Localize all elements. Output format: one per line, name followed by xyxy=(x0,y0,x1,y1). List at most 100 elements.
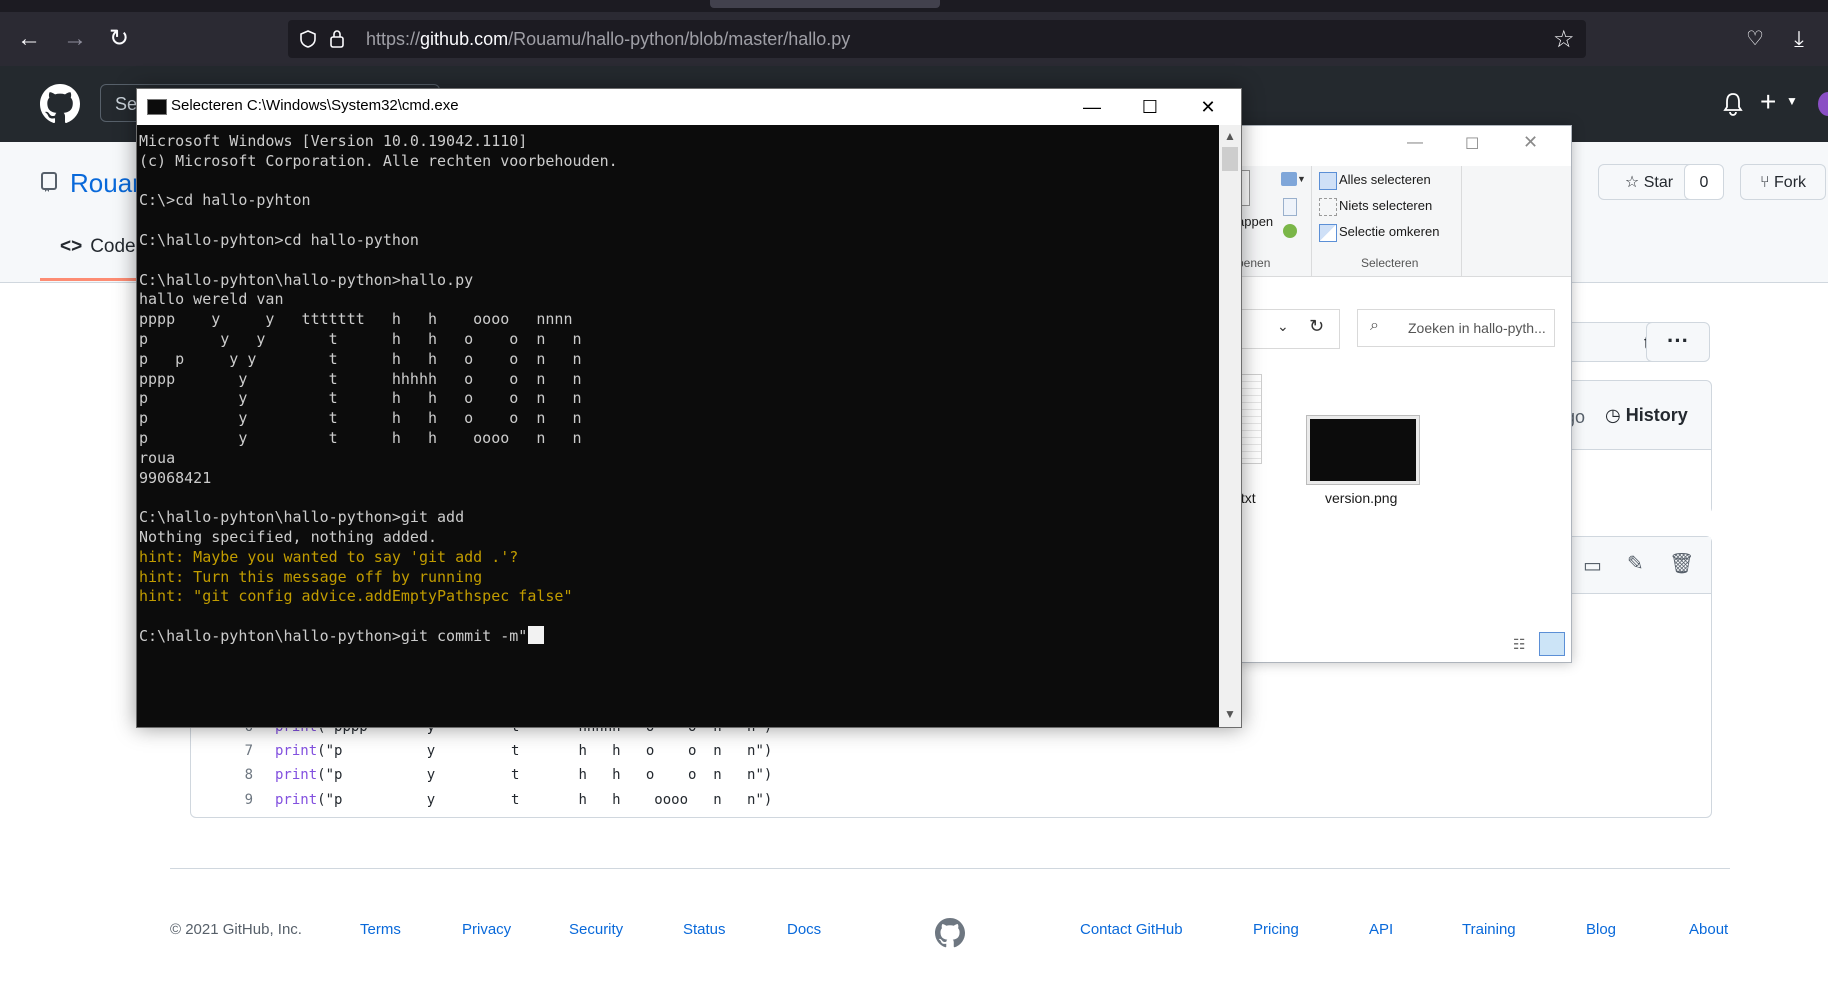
back-icon[interactable]: ← xyxy=(14,24,44,54)
console-line: roua xyxy=(139,448,176,467)
console-hint-line: hint: Maybe you wanted to say 'git add .… xyxy=(139,547,519,566)
cmd-scrollbar[interactable]: ▲ ▼ xyxy=(1219,125,1241,727)
footer-link-pricing[interactable]: Pricing xyxy=(1253,921,1299,938)
console-hint-line: hint: "git config advice.addEmptyPathspe… xyxy=(139,587,573,606)
code-line: 8 print("p y t h h o o n n") xyxy=(244,767,773,783)
fork-icon: ⑂ xyxy=(1759,174,1775,191)
open-with-icon[interactable] xyxy=(1281,172,1297,186)
cmd-close-button[interactable]: ✕ xyxy=(1179,89,1237,125)
footer-link-contact[interactable]: Contact GitHub xyxy=(1080,921,1183,938)
png-file-label[interactable]: version.png xyxy=(1325,490,1397,506)
search-icon: ⌕ xyxy=(1370,317,1379,334)
select-none-icon xyxy=(1319,198,1337,216)
ribbon-group-open: penen xyxy=(1237,256,1271,270)
cmd-title-bar[interactable]: Selecteren C:\Windows\System32\cmd.exe —… xyxy=(137,89,1241,125)
console-line: C:\hallo-pyhton\hallo-python>git commit … xyxy=(139,626,545,646)
console-line: pppp y t hhhhh o o n n xyxy=(139,369,582,388)
lock-icon[interactable] xyxy=(328,28,346,50)
explorer-search-input[interactable]: ⌕ Zoeken in hallo-pyth... xyxy=(1357,309,1555,347)
tab-code[interactable]: <> Code xyxy=(60,236,136,258)
footer-copyright: © 2021 GitHub, Inc. xyxy=(170,921,302,938)
console-hint-line: hint: Turn this message off by running xyxy=(139,567,483,586)
history-link[interactable]: ◷ History xyxy=(1605,405,1688,426)
cmd-window: Selecteren C:\Windows\System32\cmd.exe —… xyxy=(136,88,1242,728)
console-line: p y t h h o o n n xyxy=(139,389,582,408)
footer-divider xyxy=(170,868,1730,869)
console-line: Microsoft Windows [Version 10.0.19042.11… xyxy=(139,132,528,150)
explorer-ribbon: appen penen ▼ Alles selecteren Niets sel… xyxy=(1237,166,1571,277)
pencil-icon[interactable]: ✎ xyxy=(1627,551,1644,576)
console-line: p p y y t h h o o n n xyxy=(139,349,582,368)
tab-active-indicator xyxy=(40,278,140,281)
console-line: pppp y y ttttttt h h oooo nnnn xyxy=(139,310,573,329)
console-line: 99068421 xyxy=(139,468,212,487)
details-view-icon[interactable]: ☷ xyxy=(1513,636,1526,653)
chevron-down-icon[interactable]: ⌄ xyxy=(1277,318,1289,335)
footer-link-blog[interactable]: Blog xyxy=(1586,921,1616,938)
chevron-down-icon[interactable]: ▼ xyxy=(1297,174,1306,184)
ribbon-open-partial[interactable]: appen xyxy=(1237,214,1273,229)
footer-link-privacy[interactable]: Privacy xyxy=(462,921,511,938)
url-text[interactable]: https://github.com/Rouamu/hallo-python/b… xyxy=(366,29,850,50)
scroll-up-icon[interactable]: ▲ xyxy=(1224,129,1236,143)
footer-link-status[interactable]: Status xyxy=(683,921,726,938)
console-line: C:\>cd hallo-pyhton xyxy=(139,191,311,210)
select-all-button[interactable]: Alles selecteren xyxy=(1339,172,1431,187)
browser-tab[interactable] xyxy=(710,0,940,8)
explorer-close-button[interactable]: ✕ xyxy=(1523,132,1538,153)
png-file-thumbnail[interactable] xyxy=(1307,416,1419,484)
more-options-button[interactable]: ··· xyxy=(1646,322,1710,362)
fork-button[interactable]: ⑂ Fork xyxy=(1740,164,1826,200)
footer-link-docs[interactable]: Docs xyxy=(787,921,821,938)
console-line: Nothing specified, nothing added. xyxy=(139,528,438,546)
forward-icon[interactable]: → xyxy=(60,24,90,54)
url-bar[interactable]: https://github.com/Rouamu/hallo-python/b… xyxy=(288,20,1586,58)
chevron-down-icon[interactable]: ▼ xyxy=(1786,94,1798,108)
avatar[interactable] xyxy=(1818,92,1828,116)
cmd-minimize-button[interactable]: — xyxy=(1063,89,1121,125)
star-count: 0 xyxy=(1684,164,1724,200)
shield-icon[interactable] xyxy=(298,29,318,49)
console-line: C:\hallo-pyhton\hallo-python>hallo.py xyxy=(139,270,474,289)
footer-link-training[interactable]: Training xyxy=(1462,921,1516,938)
footer-link-api[interactable]: API xyxy=(1369,921,1393,938)
download-icon[interactable]: ⤓ xyxy=(1784,24,1814,54)
bookmark-star-icon[interactable]: ☆ xyxy=(1553,25,1575,54)
reload-icon[interactable]: ↻ xyxy=(104,24,134,54)
console-line: C:\hallo-pyhton\hallo-python>git add xyxy=(139,508,465,527)
scroll-down-icon[interactable]: ▼ xyxy=(1224,707,1236,721)
footer-link-about[interactable]: About xyxy=(1689,921,1728,938)
code-listing: 6print("pppp y t hhhhh o o n n") 7print(… xyxy=(191,719,991,819)
code-line: 7 print("p y t h h o o n n") xyxy=(244,743,773,759)
explorer-maximize-button[interactable]: ☐ xyxy=(1465,134,1479,154)
plus-icon[interactable]: + xyxy=(1760,86,1776,118)
console-line: C:\hallo-pyhton>cd hallo-python xyxy=(139,231,419,249)
invert-selection-button[interactable]: Selectie omkeren xyxy=(1339,224,1439,239)
scrollbar-thumb[interactable] xyxy=(1222,147,1238,171)
trash-icon[interactable]: 🗑 xyxy=(1669,551,1694,576)
display-icon[interactable]: ▭ xyxy=(1583,553,1602,578)
pocket-icon[interactable]: ♡ xyxy=(1740,24,1770,54)
explorer-address-bar[interactable]: ⌄ ↻ xyxy=(1237,309,1340,349)
cmd-maximize-button[interactable]: ☐ xyxy=(1121,89,1179,125)
console-line: (c) Microsoft Corporation. Alle rechten … xyxy=(139,151,618,170)
edit-icon[interactable] xyxy=(1283,198,1297,216)
footer-link-security[interactable]: Security xyxy=(569,921,623,938)
history-icon[interactable] xyxy=(1283,224,1297,238)
ribbon-group-select: Selecteren xyxy=(1361,256,1419,270)
refresh-icon[interactable]: ↻ xyxy=(1309,316,1324,337)
bell-icon[interactable] xyxy=(1722,92,1744,116)
large-icons-view-icon[interactable] xyxy=(1539,632,1565,656)
github-footer-logo-icon[interactable] xyxy=(935,918,965,948)
footer-link-terms[interactable]: Terms xyxy=(360,921,401,938)
cmd-console-output[interactable]: Microsoft Windows [Version 10.0.19042.11… xyxy=(137,125,1219,727)
invert-selection-icon xyxy=(1319,224,1337,242)
browser-nav-bar: ← → ↻ https://github.com/Rouamu/hallo-py… xyxy=(0,12,1828,66)
select-none-button[interactable]: Niets selecteren xyxy=(1339,198,1432,213)
console-line: p y t h h oooo n n xyxy=(139,429,582,447)
repo-icon xyxy=(41,172,57,192)
star-icon: ☆ xyxy=(1624,174,1644,191)
github-logo-icon[interactable] xyxy=(40,84,80,124)
explorer-minimize-button[interactable]: — xyxy=(1407,134,1423,152)
cmd-app-icon xyxy=(147,99,167,115)
